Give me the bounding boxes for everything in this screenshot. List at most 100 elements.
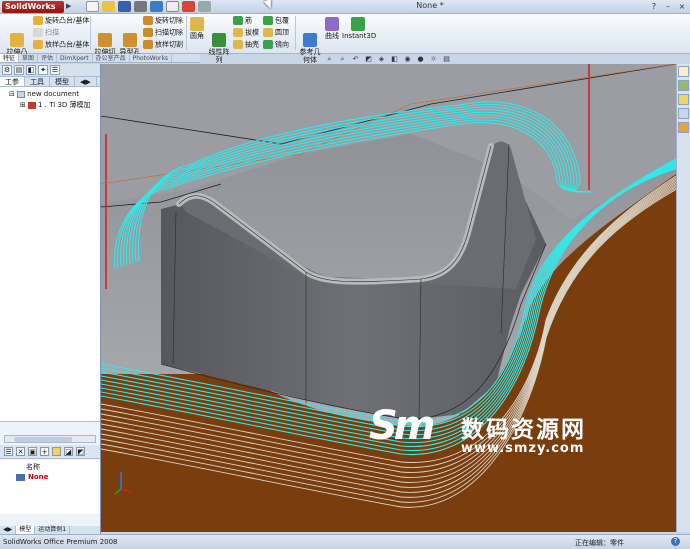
property-manager-icon[interactable]: ▤ (14, 65, 24, 75)
linear-pattern-icon (212, 33, 226, 47)
tab-features[interactable]: 特征 (0, 54, 20, 62)
draft-button[interactable]: 拔模 (233, 28, 259, 37)
help-button[interactable]: ? (648, 2, 660, 12)
tab-evaluate[interactable]: 评估 (38, 54, 58, 62)
scrollbar-thumb[interactable] (14, 437, 72, 442)
insert-icon[interactable]: + (40, 447, 49, 456)
resources-icon[interactable] (678, 66, 689, 77)
design-library-icon[interactable] (678, 80, 689, 91)
window-controls: ? – × (648, 2, 688, 12)
operation-icon (28, 101, 37, 109)
scene-icon[interactable]: ☼ (429, 55, 438, 63)
previous-view-icon[interactable]: ↶ (351, 55, 360, 63)
tab-sketch[interactable]: 草图 (19, 54, 39, 62)
tool-list-toolbar: ☰ ✕ ▣ + ◪ ◩ (0, 445, 100, 459)
wrap-icon (263, 16, 273, 25)
tab-process[interactable]: 工参 (0, 77, 25, 86)
menu-arrow-icon[interactable]: ▶ (66, 2, 71, 10)
camworks-icon[interactable]: ☰ (50, 65, 60, 75)
feature-tree: ⊟ new document ⊞ 1 . Ti 3D 薄模加 (0, 87, 100, 422)
help-icon[interactable]: ? (671, 537, 680, 546)
collapse-icon[interactable]: ⊟ (9, 90, 15, 98)
wrap-button[interactable]: 包覆 (263, 16, 289, 25)
tab-nav-arrows-icon[interactable]: ◀▶ (0, 526, 17, 534)
lofted-boss-button[interactable]: 放样凸台/基体 (33, 40, 89, 49)
undo-icon[interactable] (150, 1, 163, 12)
graphics-area[interactable] (101, 64, 676, 532)
tree-item-operation[interactable]: ⊞ 1 . Ti 3D 薄模加 (20, 100, 91, 110)
revolved-cut-icon (143, 16, 153, 25)
minimize-button[interactable]: – (662, 2, 674, 12)
delete-icon[interactable]: ✕ (16, 447, 25, 456)
configuration-manager-icon[interactable]: ◧ (26, 65, 36, 75)
part-render (101, 64, 676, 532)
swept-cut-button[interactable]: 扫描切除 (143, 28, 183, 37)
rebuild-icon[interactable] (182, 1, 195, 12)
shell-button[interactable]: 抽壳 (233, 40, 259, 49)
revolved-boss-button[interactable]: 旋转凸台/基体 (33, 16, 89, 25)
heads-up-view-toolbar: ⌕ ⌕ ↶ ◩ ◈ ◧ ◉ ● ☼ ▤ (325, 55, 451, 63)
lofted-cut-button[interactable]: 放样切割 (143, 40, 183, 49)
document-icon (17, 90, 26, 98)
save-icon[interactable] (118, 1, 131, 12)
hide-show-icon[interactable]: ◉ (403, 55, 412, 63)
select-icon[interactable] (166, 1, 179, 12)
file-explorer-icon[interactable] (678, 94, 689, 105)
view-palette-icon[interactable] (678, 108, 689, 119)
section-view-icon[interactable]: ◩ (364, 55, 373, 63)
display-style-icon[interactable]: ◧ (390, 55, 399, 63)
tree-horizontal-scrollbar[interactable] (4, 435, 96, 443)
zoom-to-fit-icon[interactable]: ⌕ (325, 55, 334, 63)
rib-button[interactable]: 筋 (233, 16, 252, 25)
list-header-name: 名称 (26, 463, 40, 471)
dome-button[interactable]: 圆顶 (263, 28, 289, 37)
dimxpert-icon[interactable]: ✦ (38, 65, 48, 75)
view-settings-icon[interactable]: ▤ (442, 55, 451, 63)
swept-cut-icon (143, 28, 153, 37)
new-file-icon[interactable] (86, 1, 99, 12)
tool-icon[interactable]: ◪ (64, 447, 73, 456)
solidworks-logo[interactable]: SolidWorks (2, 1, 64, 13)
copy-icon[interactable]: ▣ (28, 447, 37, 456)
tab-model[interactable]: 模型 (50, 77, 75, 86)
mirror-button[interactable]: 镜向 (263, 40, 289, 49)
mouse-cursor-icon (263, 0, 275, 11)
instant3d-button[interactable]: Instant3D (342, 17, 376, 40)
tree-root[interactable]: ⊟ new document (9, 90, 79, 98)
curves-button[interactable]: 曲线 (324, 17, 340, 40)
list-view-icon[interactable]: ☰ (4, 447, 13, 456)
feature-tree-icon[interactable]: ⚙ (2, 65, 12, 75)
list-item[interactable]: None (16, 473, 48, 481)
tool-list: 名称 None (0, 460, 100, 514)
sweep-button[interactable]: 扫描 (33, 28, 59, 37)
fillet-button[interactable]: 圆角 (188, 17, 206, 40)
tab-arrows-icon[interactable]: ◀▶ (75, 77, 97, 86)
settings-icon[interactable]: ◩ (76, 447, 85, 456)
tab-tools[interactable]: 工具 (25, 77, 50, 86)
close-button[interactable]: × (676, 2, 688, 12)
print-icon[interactable] (134, 1, 147, 12)
revolved-cut-button[interactable]: 旋转切除 (143, 16, 183, 25)
reference-geometry-icon (303, 33, 317, 47)
appearances-icon[interactable] (678, 122, 689, 133)
zoom-area-icon[interactable]: ⌕ (338, 55, 347, 63)
quick-access-toolbar (86, 1, 211, 13)
folder-icon[interactable] (52, 447, 61, 456)
extruded-cut-icon (98, 33, 112, 47)
tab-motion-study[interactable]: 运动算例1 (35, 526, 71, 534)
panel-icon-tabs: ⚙ ▤ ◧ ✦ ☰ (0, 64, 100, 77)
tab-photoworks[interactable]: PhotoWorks (130, 54, 173, 62)
view-orientation-icon[interactable]: ◈ (377, 55, 386, 63)
curves-icon (325, 17, 339, 31)
instant3d-icon (351, 17, 365, 31)
edit-appearance-icon[interactable]: ● (416, 55, 425, 63)
lofted-cut-icon (143, 40, 153, 49)
options-icon[interactable] (198, 1, 211, 12)
watermark-logo: Sm (369, 403, 435, 449)
open-folder-icon[interactable] (102, 1, 115, 12)
tab-dimxpert[interactable]: DimXpert (57, 54, 93, 62)
expand-icon[interactable]: ⊞ (20, 101, 26, 109)
tab-office-products[interactable]: 办公室产品 (93, 54, 130, 62)
command-manager-tabs: 特征 草图 评估 DimXpert 办公室产品 PhotoWorks (0, 54, 200, 63)
tab-model-bottom[interactable]: 模型 (16, 526, 36, 534)
